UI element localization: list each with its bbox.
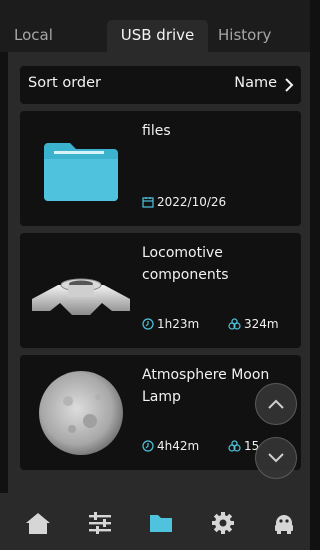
bottom-nav-bar: [0, 493, 310, 550]
chevron-up-icon: [268, 399, 284, 409]
gear-icon: [212, 512, 234, 534]
tab-bar: Local USB drive History: [0, 0, 310, 52]
tab-local[interactable]: Local: [0, 20, 107, 52]
sliders-icon: [89, 512, 111, 534]
item-date: 2022/10/26: [142, 195, 226, 209]
sort-order-label: Sort order: [28, 75, 101, 91]
chevron-right-icon: [285, 78, 294, 92]
item-title: Locomotive components: [142, 245, 229, 283]
file-list-item[interactable]: Locomotive components 1h23m 324m: [20, 233, 301, 348]
item-title: files: [142, 123, 171, 139]
item-date-text: 2022/10/26: [157, 195, 227, 209]
item-print-time: 1h23m: [142, 317, 199, 331]
robot-icon: [275, 515, 293, 534]
nav-settings[interactable]: [209, 511, 237, 535]
nav-device[interactable]: [270, 511, 298, 535]
folder-icon: [150, 515, 172, 532]
moon-sphere-thumbnail: [39, 371, 123, 455]
scroll-up-button[interactable]: [255, 383, 297, 425]
calendar-icon: [142, 197, 154, 208]
item-time-text: 4h42m: [157, 439, 200, 453]
filament-icon: [228, 318, 241, 330]
filament-icon: [228, 440, 241, 452]
folder-icon: [44, 143, 118, 201]
chevron-down-icon: [268, 453, 284, 463]
nav-home[interactable]: [24, 511, 52, 535]
file-list-item[interactable]: files 2022/10/26: [20, 111, 301, 226]
mechanical-part-thumbnail: [32, 278, 130, 315]
item-print-time: 4h42m: [142, 439, 199, 453]
clock-icon: [142, 318, 154, 330]
tab-usb-drive[interactable]: USB drive: [107, 20, 208, 52]
nav-files[interactable]: [147, 511, 175, 535]
sort-order-row[interactable]: Sort order Name: [20, 66, 301, 104]
nav-settings-adjust[interactable]: [86, 511, 114, 535]
tab-history[interactable]: History: [208, 20, 310, 52]
item-filament: 15: [228, 439, 259, 453]
item-filament: 324m: [228, 317, 279, 331]
scroll-down-button[interactable]: [255, 437, 297, 479]
sort-order-value: Name: [234, 75, 277, 91]
item-time-text: 1h23m: [157, 317, 200, 331]
clock-icon: [142, 440, 154, 452]
item-weight-text: 324m: [244, 317, 279, 331]
home-icon: [26, 513, 50, 534]
